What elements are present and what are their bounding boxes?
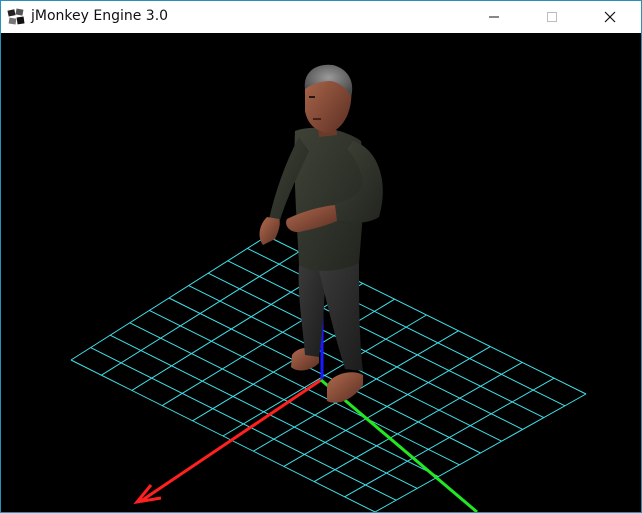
jmonkey-logo-icon xyxy=(7,8,25,25)
grid-line xyxy=(222,314,427,437)
grid-line xyxy=(247,247,566,407)
scene-canvas xyxy=(70,64,587,512)
close-button[interactable] xyxy=(587,1,633,33)
close-icon xyxy=(604,11,616,23)
maximize-icon xyxy=(547,12,557,22)
grid-line xyxy=(207,272,523,430)
maximize-button[interactable] xyxy=(529,1,575,33)
title-bar[interactable]: jMonkey Engine 3.0 xyxy=(1,1,641,33)
minimize-icon xyxy=(489,16,499,18)
app-window: jMonkey Engine 3.0 xyxy=(0,0,642,513)
x-axis-arrowhead xyxy=(133,484,162,505)
grid-line xyxy=(227,260,545,419)
grid-line xyxy=(344,377,555,498)
window-title: jMonkey Engine 3.0 xyxy=(31,8,169,24)
minimize-button[interactable] xyxy=(471,1,517,33)
render-viewport[interactable] xyxy=(1,33,641,512)
